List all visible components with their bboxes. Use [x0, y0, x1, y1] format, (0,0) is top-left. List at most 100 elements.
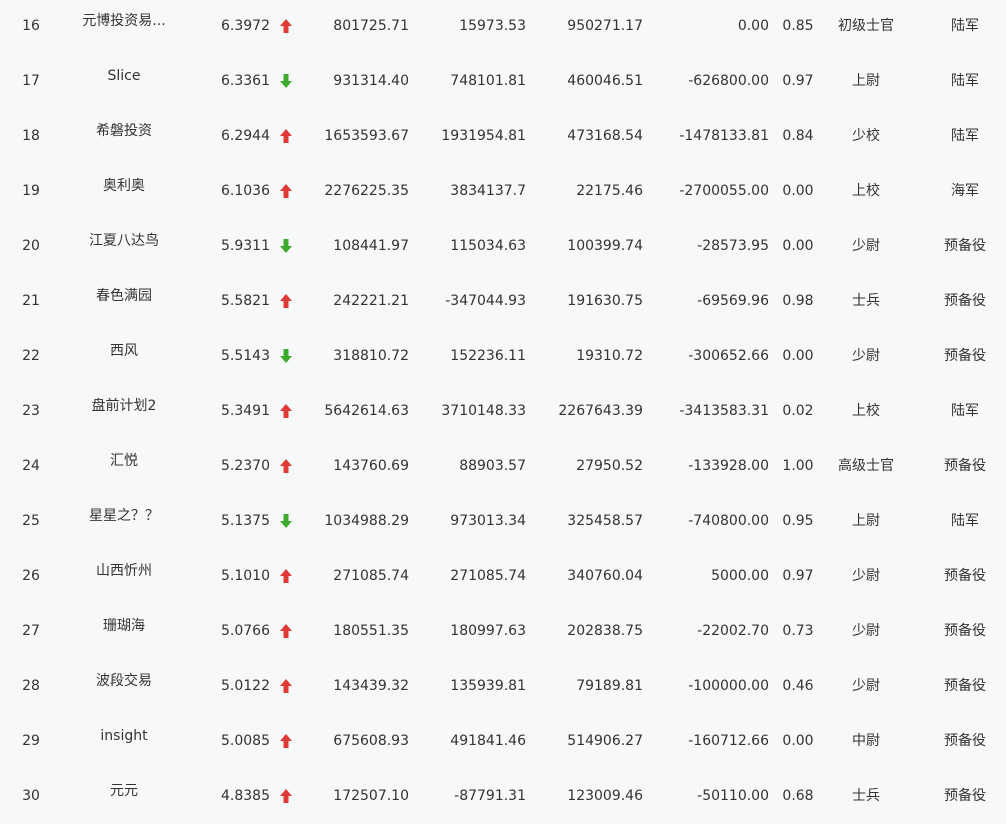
table-row[interactable]: 27 珊瑚海 5.0766 180551.35 180997.63 202838…	[0, 604, 1006, 659]
value-4-cell: -22002.70	[697, 623, 769, 639]
account-name-cell[interactable]: 元博投资易...	[62, 14, 186, 28]
trend-cell	[276, 494, 296, 549]
value-3-cell: 123009.46	[567, 788, 643, 804]
table-row[interactable]: 30 元元 4.8385 172507.10 -87791.31 123009.…	[0, 769, 1006, 824]
account-name-cell[interactable]: 盘前计划2	[62, 399, 186, 413]
account-name-cell[interactable]: 西风	[62, 344, 186, 358]
military-rank-cell: 少尉	[852, 238, 880, 254]
value-4-cell: -300652.66	[688, 348, 769, 364]
value-4-cell: -2700055.00	[679, 183, 769, 199]
arrow-up-icon	[280, 789, 292, 803]
account-name-cell[interactable]: 波段交易	[62, 674, 186, 688]
table-row[interactable]: 28 波段交易 5.0122 143439.32 135939.81 79189…	[0, 659, 1006, 714]
value-1-cell: 5642614.63	[324, 403, 409, 419]
account-name-cell[interactable]: 星星之？？	[62, 509, 186, 523]
score-cell: 5.1010	[221, 568, 270, 584]
account-name-cell[interactable]: 汇悦	[62, 454, 186, 468]
trend-cell	[276, 329, 296, 384]
rank-cell: 25	[22, 513, 40, 529]
value-3-cell: 514906.27	[567, 733, 643, 749]
trend-cell	[276, 274, 296, 329]
trend-cell	[276, 54, 296, 109]
value-4-cell: -28573.95	[697, 238, 769, 254]
table-row[interactable]: 24 汇悦 5.2370 143760.69 88903.57 27950.52…	[0, 439, 1006, 494]
table-row[interactable]: 23 盘前计划2 5.3491 5642614.63 3710148.33 22…	[0, 384, 1006, 439]
value-3-cell: 202838.75	[567, 623, 643, 639]
table-row[interactable]: 16 元博投资易... 6.3972 801725.71 15973.53 95…	[0, 0, 1006, 54]
military-rank-cell: 少校	[852, 128, 880, 144]
score-cell: 5.1375	[221, 513, 270, 529]
rank-cell: 24	[22, 458, 40, 474]
branch-cell: 海军	[951, 183, 979, 199]
arrow-up-icon	[280, 404, 292, 418]
score-cell: 6.3361	[221, 73, 270, 89]
table-row[interactable]: 25 星星之？？ 5.1375 1034988.29 973013.34 325…	[0, 494, 1006, 549]
ratio-cell: 0.97	[782, 568, 814, 584]
table-row[interactable]: 26 山西忻州 5.1010 271085.74 271085.74 34076…	[0, 549, 1006, 604]
value-2-cell: 748101.81	[450, 73, 526, 89]
table-row[interactable]: 22 西风 5.5143 318810.72 152236.11 19310.7…	[0, 329, 1006, 384]
branch-cell: 预备役	[944, 788, 986, 804]
table-row[interactable]: 17 Slice 6.3361 931314.40 748101.81 4600…	[0, 54, 1006, 109]
military-rank-cell: 上尉	[852, 73, 880, 89]
rank-cell: 18	[22, 128, 40, 144]
ratio-cell: 0.68	[782, 788, 814, 804]
value-4-cell: -160712.66	[688, 733, 769, 749]
trend-cell	[276, 769, 296, 824]
account-name-cell[interactable]: 江夏八达鸟	[62, 234, 186, 248]
value-1-cell: 801725.71	[333, 18, 409, 34]
ratio-cell: 0.84	[782, 128, 814, 144]
value-4-cell: -1478133.81	[679, 128, 769, 144]
score-cell: 6.3972	[221, 18, 270, 34]
military-rank-cell: 少尉	[852, 568, 880, 584]
trend-cell	[276, 219, 296, 274]
military-rank-cell: 上校	[852, 403, 880, 419]
table-row[interactable]: 29 insight 5.0085 675608.93 491841.46 51…	[0, 714, 1006, 769]
value-1-cell: 931314.40	[333, 73, 409, 89]
trend-cell	[276, 659, 296, 714]
military-rank-cell: 上校	[852, 183, 880, 199]
account-name-cell[interactable]: 春色满园	[62, 289, 186, 303]
arrow-down-icon	[280, 514, 292, 528]
value-2-cell: 152236.11	[450, 348, 526, 364]
table-row[interactable]: 19 奥利奥 6.1036 2276225.35 3834137.7 22175…	[0, 164, 1006, 219]
rank-cell: 28	[22, 678, 40, 694]
value-4-cell: -100000.00	[688, 678, 769, 694]
score-cell: 6.2944	[221, 128, 270, 144]
value-2-cell: -347044.93	[445, 293, 526, 309]
account-name-cell[interactable]: insight	[62, 729, 186, 743]
value-1-cell: 172507.10	[333, 788, 409, 804]
rank-cell: 19	[22, 183, 40, 199]
ratio-cell: 0.95	[782, 513, 814, 529]
table-row[interactable]: 21 春色满园 5.5821 242221.21 -347044.93 1916…	[0, 274, 1006, 329]
branch-cell: 预备役	[944, 348, 986, 364]
branch-cell: 陆军	[951, 403, 979, 419]
table-row[interactable]: 20 江夏八达鸟 5.9311 108441.97 115034.63 1003…	[0, 219, 1006, 274]
value-2-cell: 88903.57	[459, 458, 526, 474]
account-name-cell[interactable]: 希磐投资	[62, 124, 186, 138]
branch-cell: 陆军	[951, 128, 979, 144]
ratio-cell: 0.02	[782, 403, 814, 419]
value-3-cell: 340760.04	[567, 568, 643, 584]
ratio-cell: 0.98	[782, 293, 814, 309]
account-name-cell[interactable]: 珊瑚海	[62, 619, 186, 633]
arrow-up-icon	[280, 459, 292, 473]
value-3-cell: 325458.57	[567, 513, 643, 529]
trend-cell	[276, 439, 296, 494]
value-3-cell: 22175.46	[576, 183, 643, 199]
table-row[interactable]: 18 希磐投资 6.2944 1653593.67 1931954.81 473…	[0, 109, 1006, 164]
value-2-cell: 3710148.33	[441, 403, 526, 419]
arrow-up-icon	[280, 129, 292, 143]
score-cell: 4.8385	[221, 788, 270, 804]
value-1-cell: 108441.97	[333, 238, 409, 254]
account-name-cell[interactable]: 奥利奥	[62, 179, 186, 193]
account-name-cell[interactable]: Slice	[62, 69, 186, 83]
value-1-cell: 1653593.67	[324, 128, 409, 144]
ratio-cell: 0.00	[782, 183, 814, 199]
account-name-cell[interactable]: 山西忻州	[62, 564, 186, 578]
value-4-cell: -3413583.31	[679, 403, 769, 419]
score-cell: 5.0122	[221, 678, 270, 694]
account-name-cell[interactable]: 元元	[62, 784, 186, 798]
rank-cell: 23	[22, 403, 40, 419]
military-rank-cell: 少尉	[852, 623, 880, 639]
